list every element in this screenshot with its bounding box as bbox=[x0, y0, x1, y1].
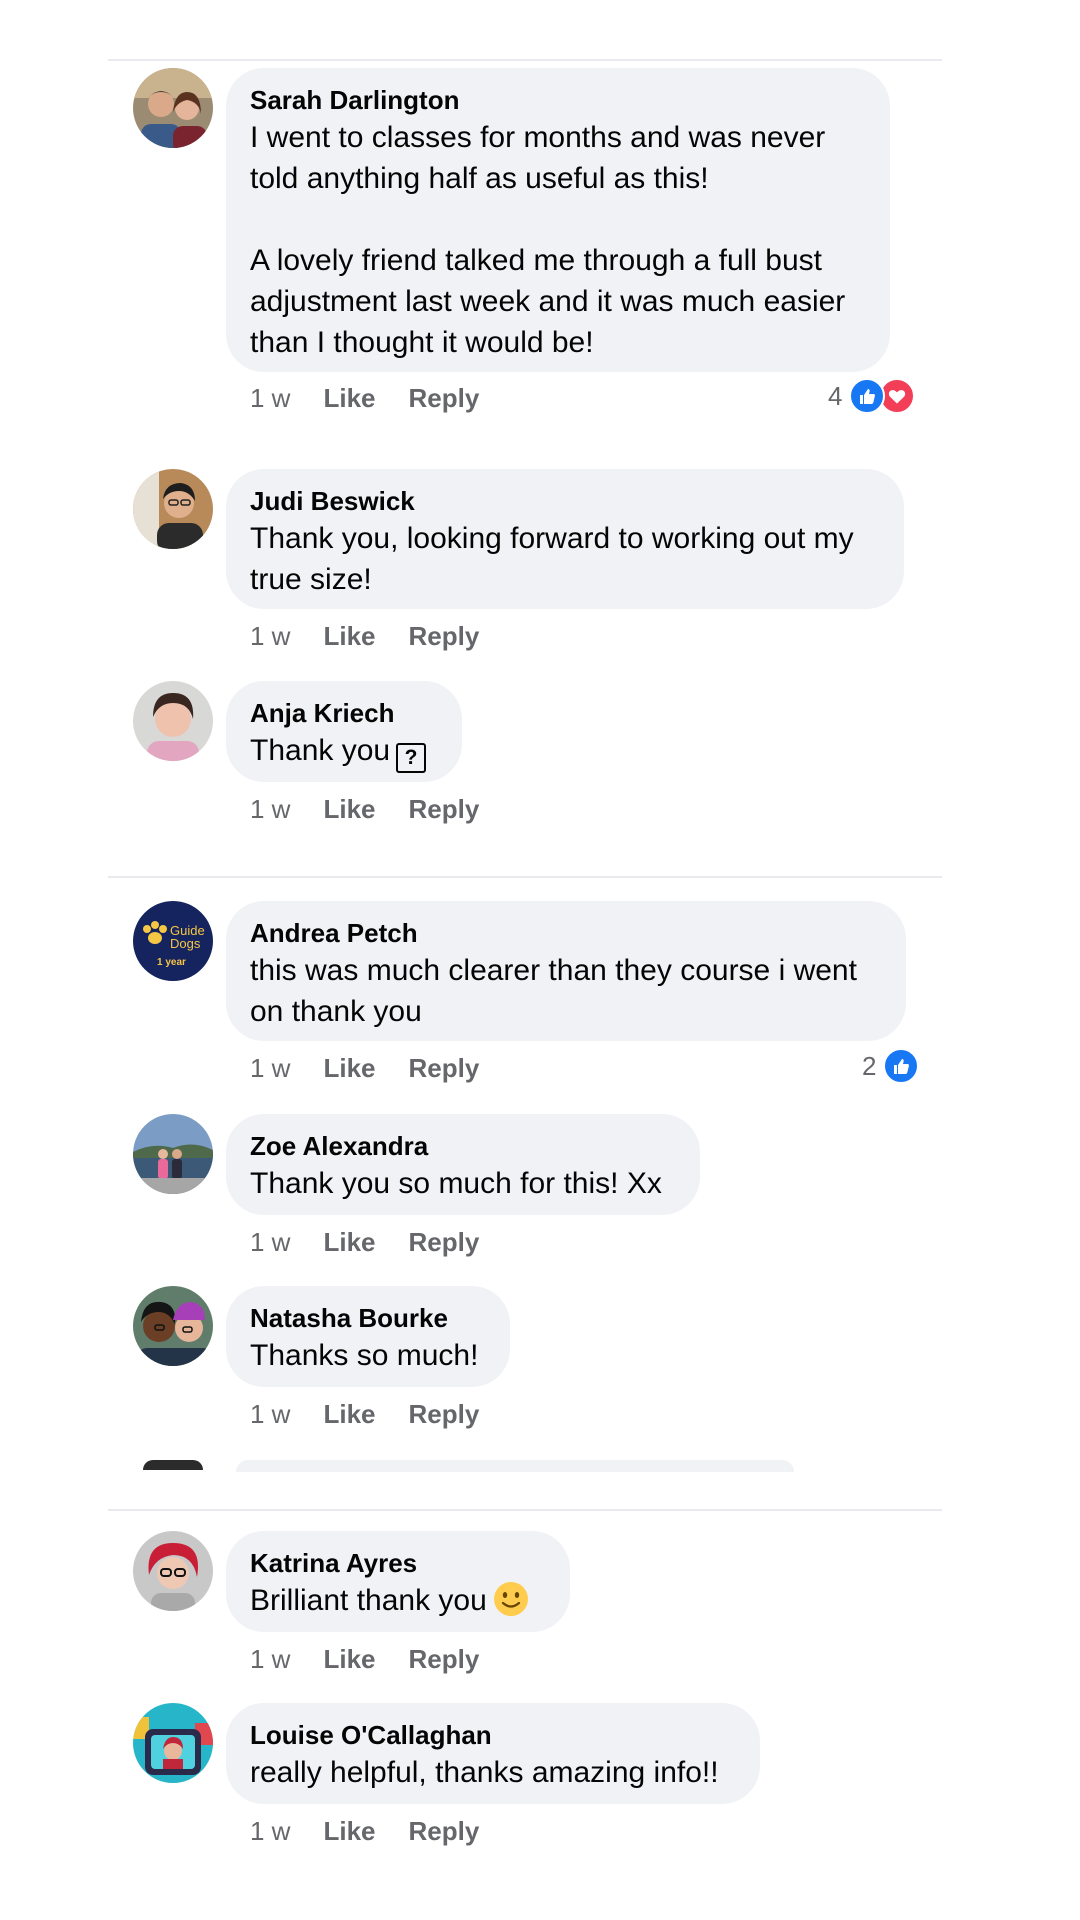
reaction-summary[interactable]: 2 bbox=[862, 1048, 920, 1084]
reply-button[interactable]: Reply bbox=[409, 1397, 480, 1431]
avatar-text: 1 year bbox=[157, 957, 186, 968]
reply-button[interactable]: Reply bbox=[409, 1814, 480, 1848]
comment-bubble: Natasha Bourke Thanks so much! bbox=[226, 1286, 510, 1387]
reaction-count: 2 bbox=[862, 1050, 877, 1081]
comment-text: Thank you, looking forward to working ou… bbox=[250, 522, 854, 596]
comment-actions: 1 w Like Reply bbox=[250, 1051, 479, 1085]
avatar[interactable] bbox=[133, 1286, 213, 1366]
unsupported-glyph-icon: ? bbox=[396, 743, 427, 773]
avatar[interactable] bbox=[133, 1531, 213, 1611]
comment-author[interactable]: Sarah Darlington bbox=[250, 83, 866, 117]
section-divider bbox=[108, 59, 942, 61]
comment-timestamp: 1 w bbox=[250, 621, 291, 651]
avatar[interactable] bbox=[133, 1114, 213, 1194]
comment-author[interactable]: Anja Kriech bbox=[250, 696, 438, 730]
comment-actions: 1 w Like Reply bbox=[250, 1397, 479, 1431]
comment-actions: 1 w Like Reply bbox=[250, 1642, 479, 1676]
comment-text: I went to classes for months and was nev… bbox=[250, 121, 846, 359]
comment-bubble: Louise O'Callaghan really helpful, thank… bbox=[226, 1703, 760, 1804]
comment-timestamp: 1 w bbox=[250, 1227, 291, 1257]
comment-timestamp: 1 w bbox=[250, 1644, 291, 1674]
comment-timestamp: 1 w bbox=[250, 1816, 291, 1846]
comment-text: Brilliant thank you bbox=[250, 1580, 546, 1621]
comment-text: Thank you so much for this! Xx bbox=[250, 1167, 662, 1200]
comment-author[interactable]: Andrea Petch bbox=[250, 916, 882, 950]
reply-button[interactable]: Reply bbox=[409, 792, 480, 826]
like-button[interactable]: Like bbox=[323, 1642, 375, 1676]
reply-button[interactable]: Reply bbox=[409, 381, 480, 415]
like-button[interactable]: Like bbox=[323, 1814, 375, 1848]
comment-actions: 1 w Like Reply bbox=[250, 1814, 479, 1848]
comment-actions: 1 w Like Reply bbox=[250, 381, 479, 415]
comment-timestamp: 1 w bbox=[250, 1399, 291, 1429]
reaction-count: 4 bbox=[828, 380, 843, 411]
section-divider bbox=[108, 1509, 942, 1511]
reply-button[interactable]: Reply bbox=[409, 619, 480, 653]
comment-bubble: Andrea Petch this was much clearer than … bbox=[226, 901, 906, 1041]
comment-bubble: Katrina Ayres Brilliant thank you bbox=[226, 1531, 570, 1632]
comment-text: Thanks so much! bbox=[250, 1339, 479, 1372]
comment-bubble: Sarah Darlington I went to classes for m… bbox=[226, 68, 890, 372]
reaction-summary[interactable]: 4 bbox=[828, 378, 916, 414]
like-button[interactable]: Like bbox=[323, 1397, 375, 1431]
avatar-text: Dogs bbox=[170, 936, 201, 951]
comment-actions: 1 w Like Reply bbox=[250, 792, 479, 826]
like-button[interactable]: Like bbox=[323, 1051, 375, 1085]
like-button[interactable]: Like bbox=[323, 619, 375, 653]
comment-text-content: Brilliant thank you bbox=[250, 1584, 487, 1617]
comment-author[interactable]: Katrina Ayres bbox=[250, 1546, 546, 1580]
comment-text-content: Thank you bbox=[250, 734, 391, 767]
comment-actions: 1 w Like Reply bbox=[250, 1225, 479, 1259]
reply-button[interactable]: Reply bbox=[409, 1225, 480, 1259]
comment-text: this was much clearer than they course i… bbox=[250, 954, 857, 1028]
like-button[interactable]: Like bbox=[323, 1225, 375, 1259]
avatar[interactable]: Guide Dogs 1 year bbox=[133, 901, 213, 981]
avatar[interactable] bbox=[133, 469, 213, 549]
comment-author[interactable]: Natasha Bourke bbox=[250, 1301, 486, 1335]
avatar[interactable] bbox=[133, 68, 213, 148]
reply-button[interactable]: Reply bbox=[409, 1642, 480, 1676]
avatar[interactable] bbox=[133, 1703, 213, 1783]
like-button[interactable]: Like bbox=[323, 381, 375, 415]
avatar[interactable] bbox=[133, 681, 213, 761]
avatar bbox=[143, 1460, 203, 1470]
comment-author[interactable]: Judi Beswick bbox=[250, 484, 880, 518]
comment-timestamp: 1 w bbox=[250, 383, 291, 413]
like-icon bbox=[849, 378, 886, 414]
slightly-smiling-face-icon bbox=[493, 1582, 528, 1616]
comment-text: really helpful, thanks amazing info!! bbox=[250, 1756, 719, 1789]
comment-bubble: Anja Kriech Thank you? bbox=[226, 681, 462, 782]
section-divider bbox=[108, 876, 942, 878]
comment-bubble bbox=[236, 1460, 794, 1472]
like-icon bbox=[883, 1048, 920, 1084]
comment-actions: 1 w Like Reply bbox=[250, 619, 479, 653]
comment-bubble: Zoe Alexandra Thank you so much for this… bbox=[226, 1114, 700, 1215]
comment-bubble: Judi Beswick Thank you, looking forward … bbox=[226, 469, 904, 609]
comment-timestamp: 1 w bbox=[250, 794, 291, 824]
reply-button[interactable]: Reply bbox=[409, 1051, 480, 1085]
comment-author[interactable]: Zoe Alexandra bbox=[250, 1129, 676, 1163]
like-button[interactable]: Like bbox=[323, 792, 375, 826]
comment-text: Thank you? bbox=[250, 730, 438, 773]
comment-timestamp: 1 w bbox=[250, 1053, 291, 1083]
comment-author[interactable]: Louise O'Callaghan bbox=[250, 1718, 736, 1752]
